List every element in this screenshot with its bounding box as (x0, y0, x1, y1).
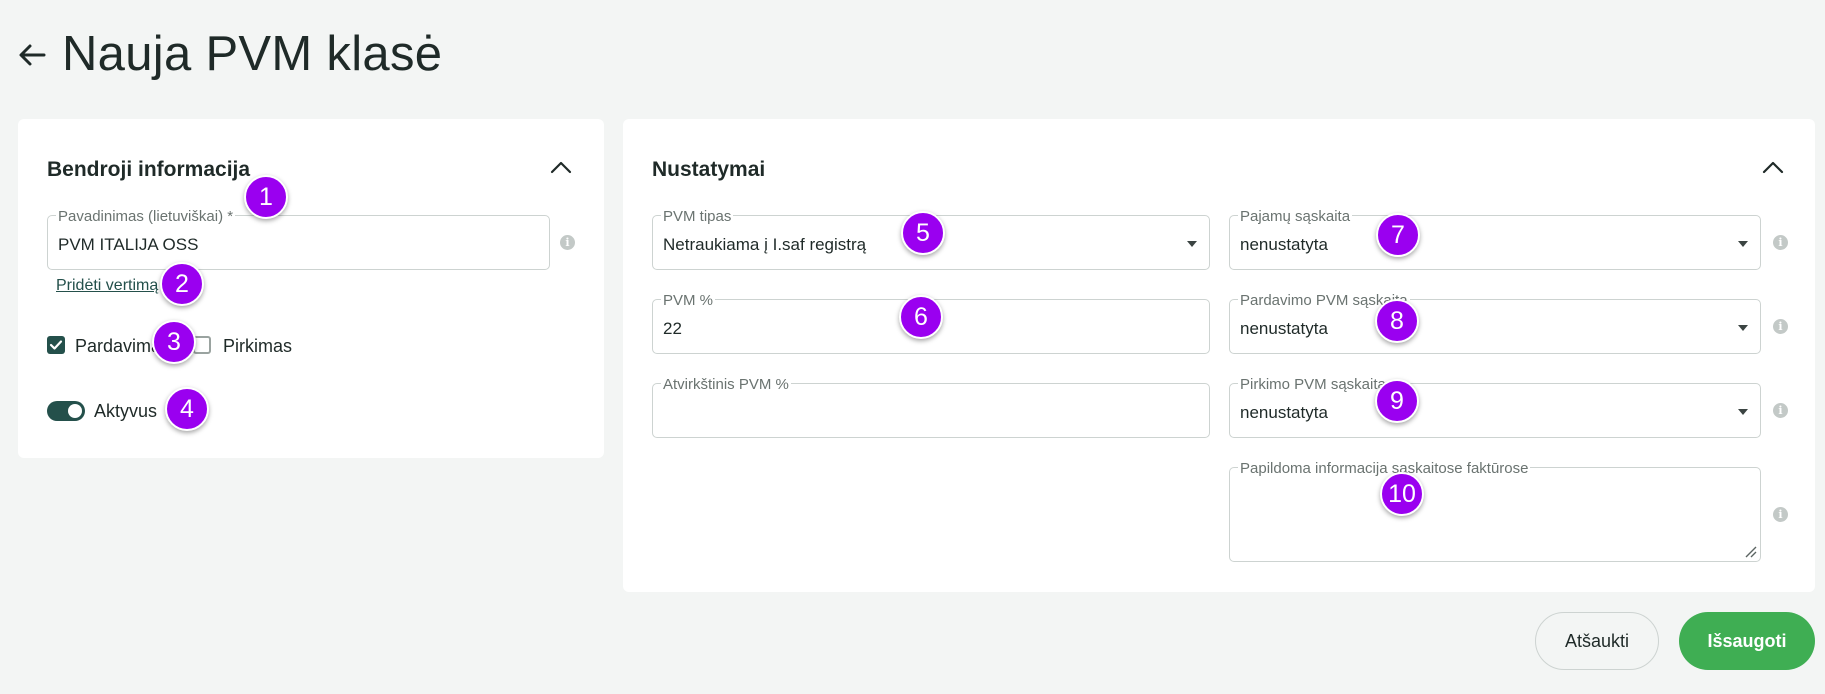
info-icon[interactable]: i (1773, 319, 1788, 334)
vat-percent-label: PVM % (661, 292, 716, 309)
general-info-title: Bendroji informacija (47, 158, 251, 181)
info-icon[interactable]: i (1773, 235, 1788, 250)
reverse-vat-percent-label: Atvirkštinis PVM % (661, 376, 791, 393)
name-field-label: Pavadinimas (lietuviškai) * (56, 208, 236, 225)
marker-8: 8 (1375, 299, 1419, 343)
marker-1: 1 (244, 175, 288, 219)
income-account-select[interactable]: Pajamų sąskaita nenustatyta (1229, 209, 1761, 270)
sale-vat-account-select[interactable]: Pardavimo PVM sąskaita nenustatyta (1229, 293, 1761, 354)
caret-down-icon (1187, 241, 1197, 247)
purchase-checkbox-label: Pirkimas (223, 336, 293, 356)
sale-checkbox[interactable] (47, 336, 65, 354)
name-field[interactable]: Pavadinimas (lietuviškai) * PVM ITALIJA … (47, 209, 550, 270)
income-account-value: nenustatyta (1240, 235, 1328, 254)
purchase-vat-account-value: nenustatyta (1240, 403, 1328, 422)
marker-5: 5 (901, 211, 945, 255)
purchase-vat-account-select[interactable]: Pirkimo PVM sąskaita nenustatyta (1229, 377, 1761, 438)
marker-9: 9 (1375, 379, 1419, 423)
marker-10: 10 (1380, 472, 1424, 516)
income-account-label: Pajamų sąskaita (1238, 208, 1353, 225)
chevron-up-icon[interactable] (546, 152, 576, 182)
active-toggle[interactable] (47, 401, 85, 421)
save-button[interactable]: Išsaugoti (1679, 612, 1815, 670)
purchase-vat-account-label: Pirkimo PVM sąskaita (1238, 376, 1388, 393)
cancel-button[interactable]: Atšaukti (1535, 612, 1659, 670)
marker-3: 3 (152, 320, 196, 364)
invoice-extra-info-label: Papildoma informacija sąskaitose faktūro… (1238, 460, 1531, 477)
resize-handle-icon[interactable] (1743, 544, 1757, 558)
settings-card: Nustatymai PVM tipas Netraukiama į I.saf… (623, 119, 1815, 592)
reverse-vat-percent-field[interactable]: Atvirkštinis PVM % (652, 377, 1210, 438)
marker-4: 4 (165, 387, 209, 431)
marker-6: 6 (899, 295, 943, 339)
marker-2: 2 (160, 262, 204, 306)
toggle-knob (68, 404, 82, 418)
vat-type-label: PVM tipas (661, 208, 734, 225)
sale-vat-account-value: nenustatyta (1240, 319, 1328, 338)
add-translation-link[interactable]: Pridėti vertimą (56, 277, 158, 295)
page: Nauja PVM klasė Bendroji informacija Pav… (0, 0, 1825, 694)
info-icon[interactable]: i (560, 235, 575, 250)
active-toggle-label: Aktyvus (94, 401, 158, 421)
marker-7: 7 (1376, 213, 1420, 257)
chevron-up-icon[interactable] (1758, 152, 1788, 182)
page-header: Nauja PVM klasė (14, 30, 442, 79)
name-field-value[interactable]: PVM ITALIJA OSS (58, 235, 198, 255)
caret-down-icon (1738, 241, 1748, 247)
caret-down-icon (1738, 409, 1748, 415)
caret-down-icon (1738, 325, 1748, 331)
page-title: Nauja PVM klasė (62, 27, 443, 81)
info-icon[interactable]: i (1773, 403, 1788, 418)
back-arrow-icon[interactable] (14, 37, 50, 73)
vat-percent-value[interactable]: 22 (663, 319, 682, 339)
general-info-card: Bendroji informacija Pavadinimas (lietuv… (18, 119, 604, 458)
settings-title: Nustatymai (652, 158, 766, 181)
invoice-extra-info-textarea[interactable]: Papildoma informacija sąskaitose faktūro… (1229, 461, 1761, 562)
vat-type-value: Netraukiama į I.saf registrą (663, 235, 867, 254)
info-icon[interactable]: i (1773, 507, 1788, 522)
